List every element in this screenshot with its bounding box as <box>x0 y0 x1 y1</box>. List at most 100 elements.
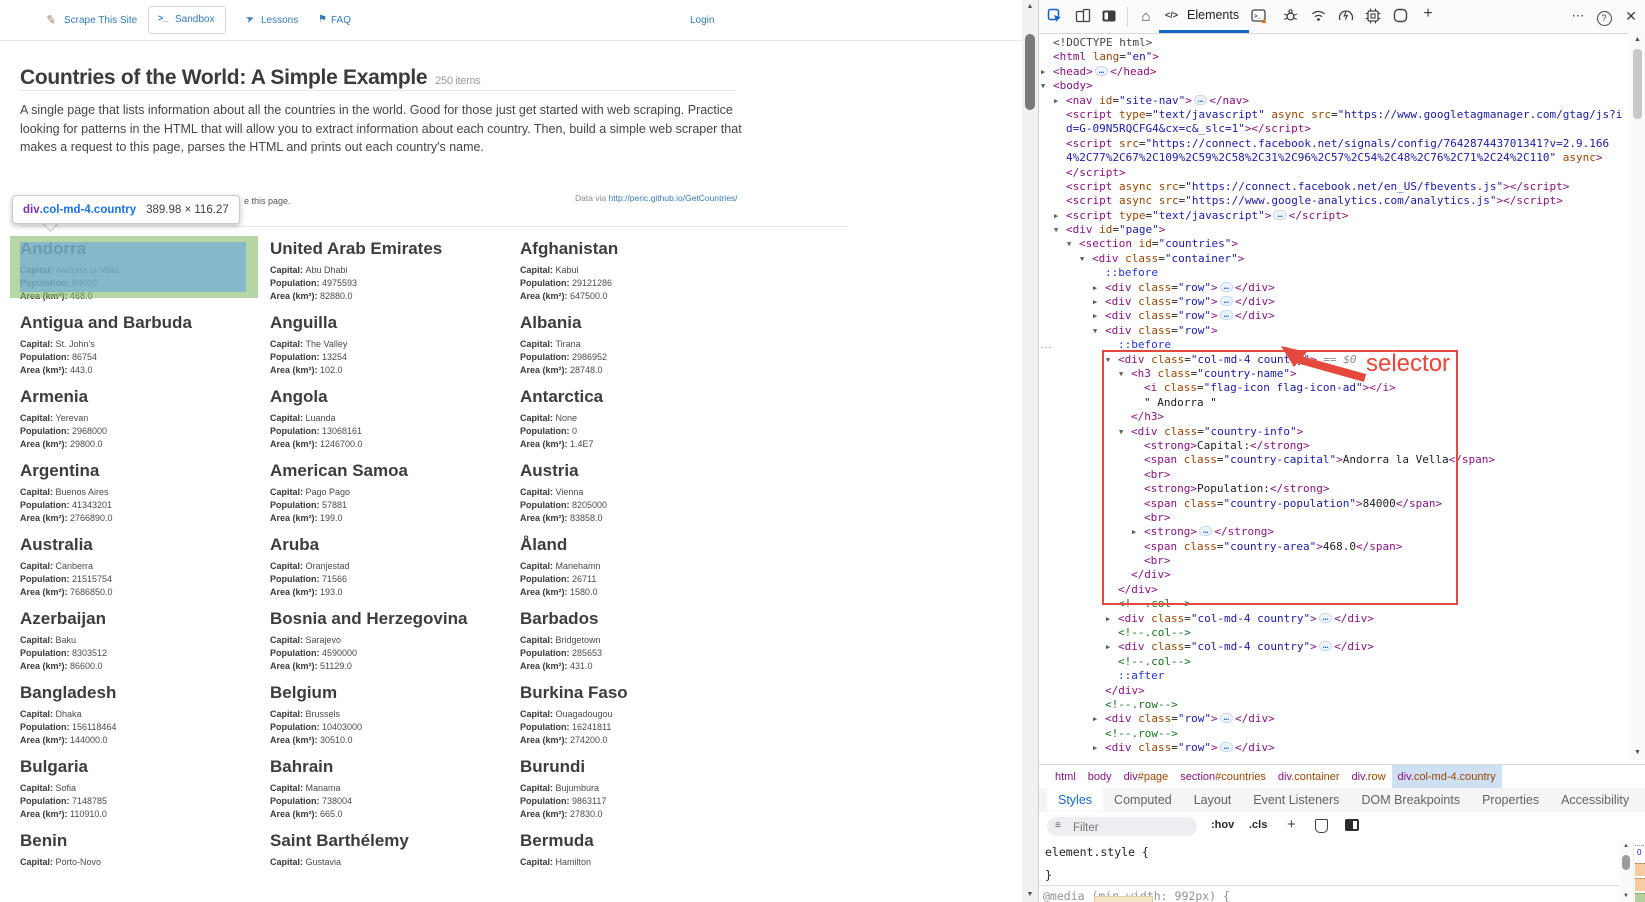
dom-tree-line[interactable]: <span class="country-area">468.0</span> <box>1039 540 1629 554</box>
nav-tab-lessons[interactable]: Lessons <box>261 15 298 26</box>
dom-tree-line[interactable]: ▶<div class="row">…</div> <box>1039 281 1629 295</box>
expand-ellipsis-icon[interactable]: … <box>1199 526 1212 536</box>
twisty-expanded-icon[interactable]: ▼ <box>1119 367 1123 381</box>
twisty-collapsed-icon[interactable]: ▶ <box>1054 94 1058 108</box>
dom-tree-line[interactable]: ▼<div class="country-info"> <box>1039 425 1629 439</box>
breadcrumb-item[interactable]: div#page <box>1118 765 1175 789</box>
dom-tree-line[interactable]: " Andorra " <box>1039 396 1629 410</box>
scroll-down-icon[interactable]: ▼ <box>1619 891 1633 901</box>
dom-tree-line[interactable]: ▶<div class="col-md-4 country">…</div> <box>1039 640 1629 654</box>
dom-tree-line[interactable]: <strong>Population:</strong> <box>1039 482 1629 496</box>
expand-ellipsis-icon[interactable]: … <box>1273 210 1286 220</box>
expand-ellipsis-icon[interactable]: … <box>1095 66 1108 76</box>
tab-dom-breakpoints[interactable]: DOM Breakpoints <box>1350 788 1471 811</box>
expand-ellipsis-icon[interactable]: … <box>1319 613 1332 623</box>
console-icon[interactable]: >_ ▲ <box>1251 8 1269 26</box>
expand-ellipsis-icon[interactable]: … <box>1194 95 1207 105</box>
bug-icon[interactable] <box>1283 8 1301 26</box>
twisty-expanded-icon[interactable]: ▼ <box>1080 252 1084 266</box>
tab-elements[interactable]: Elements <box>1187 8 1239 22</box>
expand-ellipsis-icon[interactable]: … <box>1220 282 1233 292</box>
dom-tree-line[interactable]: <br> <box>1039 554 1629 568</box>
twisty-collapsed-icon[interactable]: ▶ <box>1054 209 1058 223</box>
breadcrumb-item[interactable]: div.col-md-4.country <box>1392 765 1502 789</box>
twisty-collapsed-icon[interactable]: ▶ <box>1041 65 1045 79</box>
dom-tree-line[interactable]: ::before <box>1039 338 1629 352</box>
memory-chip-icon[interactable] <box>1365 8 1383 26</box>
dom-tree-line[interactable]: </div> <box>1039 583 1629 597</box>
dom-tree-line[interactable]: <script src="https://connect.facebook.ne… <box>1039 137 1629 151</box>
dom-tree-line[interactable]: <strong>Capital:</strong> <box>1039 439 1629 453</box>
dom-tree-line[interactable]: ▼<div class="col-md-4 country"> == $0 <box>1039 353 1629 367</box>
dom-tree-line[interactable]: <!--.col--> <box>1039 626 1629 640</box>
box-model-preview[interactable]: 0 <box>1633 841 1645 902</box>
twisty-collapsed-icon[interactable]: ▶ <box>1093 712 1097 726</box>
dom-tree-line[interactable]: <br> <box>1039 468 1629 482</box>
dom-tree-line[interactable]: ▶<script type="text/javascript">…</scrip… <box>1039 209 1629 223</box>
dom-tree-line[interactable]: <!--.col--> <box>1039 597 1629 611</box>
pseudo-element-toggle-icon[interactable] <box>1315 819 1328 833</box>
dom-tree-line[interactable]: <span class="country-capital">Andorra la… <box>1039 453 1629 467</box>
dom-tree-line[interactable]: ▶<div class="row">…</div> <box>1039 712 1629 726</box>
dom-tree-line[interactable]: <!--.row--> <box>1039 727 1629 741</box>
dom-tree-line[interactable]: <i class="flag-icon flag-icon-ad"></i> <box>1039 381 1629 395</box>
dom-tree-line[interactable]: ▼<h3 class="country-name"> <box>1039 367 1629 381</box>
dom-tree-line[interactable]: ▶<div class="row">…</div> <box>1039 295 1629 309</box>
login-link[interactable]: Login <box>690 15 714 26</box>
dom-tree-line[interactable]: </div> <box>1039 684 1629 698</box>
scroll-down-icon[interactable]: ▼ <box>1629 746 1645 760</box>
twisty-expanded-icon[interactable]: ▼ <box>1106 353 1110 367</box>
breadcrumb-item[interactable]: div.row <box>1345 765 1391 789</box>
dom-tree-line[interactable]: ▼<body> <box>1039 79 1629 93</box>
performance-gauge-icon[interactable] <box>1338 8 1356 26</box>
dom-tree-line[interactable]: <!--.row--> <box>1039 698 1629 712</box>
add-tab-icon[interactable]: + <box>1419 5 1437 23</box>
dom-tree-line[interactable]: ▼<section id="countries"> <box>1039 237 1629 251</box>
dom-tree-line[interactable]: <script async src="https://connect.faceb… <box>1039 180 1629 194</box>
home-icon[interactable]: ⌂ <box>1137 8 1155 26</box>
dom-tree-line[interactable]: ▶<div class="row">…</div> <box>1039 741 1629 755</box>
element-style-rule[interactable]: element.style { <box>1045 845 1149 859</box>
dom-tree-line[interactable]: ▼<div class="row"> <box>1039 324 1629 338</box>
twisty-collapsed-icon[interactable]: ▶ <box>1093 281 1097 295</box>
expand-ellipsis-icon[interactable]: … <box>1220 742 1233 752</box>
twisty-collapsed-icon[interactable]: ▶ <box>1132 525 1136 539</box>
breadcrumb-item[interactable]: section#countries <box>1174 765 1272 789</box>
new-style-rule-icon[interactable]: + <box>1287 816 1296 833</box>
network-wifi-icon[interactable] <box>1311 8 1329 26</box>
focus-page-icon[interactable] <box>1101 8 1119 26</box>
dom-tree-scrollbar-thumb[interactable] <box>1633 49 1642 119</box>
breadcrumb-item[interactable]: body <box>1082 765 1118 789</box>
nav-brand-link[interactable]: Scrape This Site <box>64 15 137 26</box>
styles-scrollbar[interactable]: ▲ ▼ <box>1619 841 1633 902</box>
scroll-up-icon[interactable]: ▲ <box>1619 841 1633 851</box>
dom-tree-line[interactable]: <script async src="https://www.google-an… <box>1039 194 1629 208</box>
dom-tree-line[interactable]: </h3> <box>1039 410 1629 424</box>
twisty-collapsed-icon[interactable]: ▶ <box>1093 309 1097 323</box>
breadcrumb-item[interactable]: html <box>1049 765 1082 789</box>
application-icon[interactable] <box>1393 8 1411 26</box>
expand-ellipsis-icon[interactable]: … <box>1220 310 1233 320</box>
page-scrollbar-thumb[interactable] <box>1025 34 1035 110</box>
dom-tree-line[interactable]: ::after <box>1039 669 1629 683</box>
twisty-expanded-icon[interactable]: ▼ <box>1041 79 1045 93</box>
toggle-element-classes[interactable]: .cls <box>1249 819 1267 831</box>
computed-pane-toggle-icon[interactable] <box>1345 819 1359 831</box>
scroll-up-icon[interactable]: ▲ <box>1022 0 1038 14</box>
breadcrumb-item[interactable]: div.container <box>1272 765 1346 789</box>
twisty-expanded-icon[interactable]: ▼ <box>1054 223 1058 237</box>
help-icon[interactable]: ? <box>1595 8 1613 26</box>
twisty-expanded-icon[interactable]: ▼ <box>1119 425 1123 439</box>
dom-tree-line[interactable]: <br> <box>1039 511 1629 525</box>
page-scrollbar[interactable]: ▲ ▼ <box>1022 0 1038 902</box>
dom-tree-line[interactable]: ▶<strong>…</strong> <box>1039 525 1629 539</box>
device-emulation-icon[interactable] <box>1075 8 1093 26</box>
dom-tree-line[interactable]: ▶<head>…</head> <box>1039 65 1629 79</box>
expand-ellipsis-icon[interactable]: … <box>1319 641 1332 651</box>
twisty-collapsed-icon[interactable]: ▶ <box>1093 295 1097 309</box>
data-source-link[interactable]: http://peric.github.io/GetCountries/ <box>609 193 738 203</box>
tab-computed[interactable]: Computed <box>1103 788 1183 811</box>
tab-event-listeners[interactable]: Event Listeners <box>1242 788 1350 811</box>
dom-tree-line[interactable]: 4%2C77%2C67%2C109%2C59%2C58%2C31%2C96%2C… <box>1039 151 1629 165</box>
twisty-expanded-icon[interactable]: ▼ <box>1067 237 1071 251</box>
